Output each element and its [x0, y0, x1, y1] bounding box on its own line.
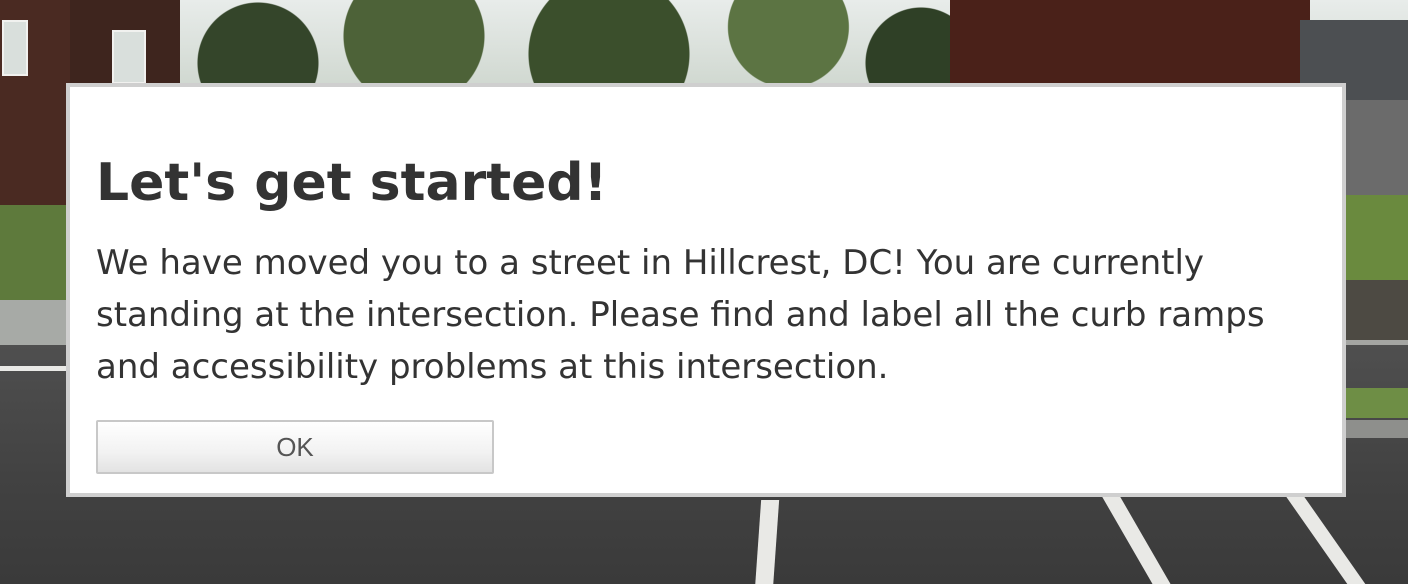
ok-button[interactable]: OK — [96, 420, 494, 474]
dialog-title: Let's get started! — [96, 153, 608, 213]
house-window — [112, 30, 146, 84]
onboarding-dialog: Let's get started! We have moved you to … — [66, 83, 1346, 497]
lawn-right — [1345, 195, 1408, 285]
lawn-left — [0, 205, 70, 305]
curb — [1345, 420, 1408, 438]
sidewalk-left — [0, 300, 70, 345]
house-window — [2, 20, 28, 76]
lawn-right-lower — [1345, 388, 1408, 418]
house-right — [950, 0, 1310, 90]
trees — [180, 0, 960, 90]
road-line — [0, 366, 70, 371]
stone-wall — [1345, 280, 1408, 340]
dialog-message: We have moved you to a street in Hillcre… — [96, 243, 1265, 387]
street-view-panorama[interactable]: Let's get started! We have moved you to … — [0, 0, 1408, 584]
